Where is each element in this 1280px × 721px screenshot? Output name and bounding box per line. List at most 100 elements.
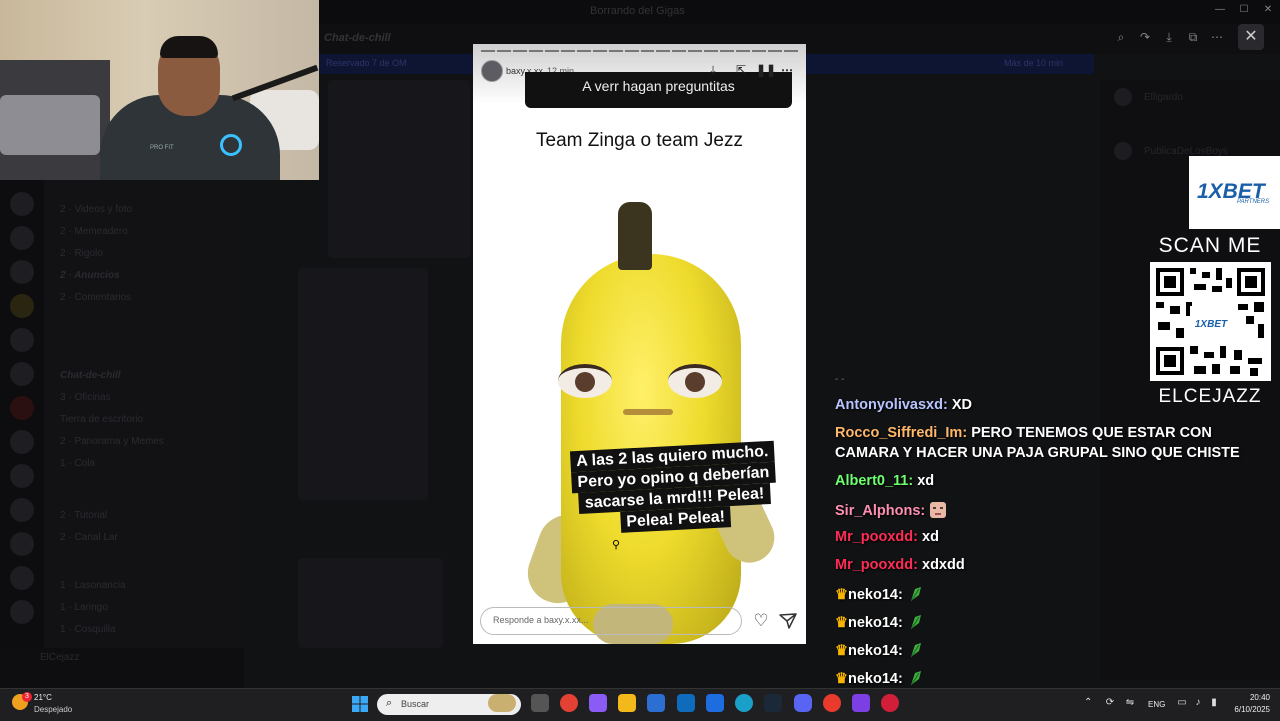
channel-item[interactable]: 2 · Videos y foto (60, 204, 132, 215)
channel-item[interactable]: 1 · Cosquilla (60, 624, 116, 635)
progress-segment (640, 50, 655, 52)
server-icon[interactable] (10, 600, 34, 624)
network-icon[interactable]: ⇋ (1124, 697, 1136, 709)
background-window-title: Borrando del Gigas (590, 5, 685, 17)
outlook-icon[interactable] (677, 694, 695, 712)
battery-icon[interactable]: ▮ (1208, 697, 1220, 709)
edge-icon[interactable] (735, 694, 753, 712)
progress-segment (496, 50, 511, 52)
leaf-emote-icon (907, 669, 925, 687)
banana-eye (668, 364, 722, 398)
server-icon[interactable] (10, 532, 34, 556)
crown-badge-icon: ♛ (835, 643, 848, 659)
zoom-icon[interactable]: ⌕ (1110, 26, 1132, 48)
progress-segment (672, 50, 687, 52)
member-name[interactable]: Elligardo (1144, 92, 1183, 103)
pause-icon[interactable]: ❚❚ (756, 62, 776, 78)
channel-item[interactable]: 2 · Anuncios (60, 270, 120, 281)
app-icon[interactable] (823, 694, 841, 712)
clock-date[interactable]: 6/10/2025 (1226, 705, 1270, 714)
server-icon[interactable] (10, 226, 34, 250)
weather-description[interactable]: Despejado (34, 705, 72, 714)
notice-right-text: Más de 10 min (1004, 58, 1064, 68)
channel-item-active[interactable]: Chat-de-chill (60, 370, 121, 381)
steam-icon[interactable] (764, 694, 782, 712)
channel-item[interactable]: 2 · Canal Lar (60, 532, 118, 543)
story-avatar[interactable] (481, 60, 503, 82)
display-icon[interactable]: ▭ (1176, 697, 1188, 709)
more-icon[interactable]: ⋯ (779, 62, 795, 78)
download-icon[interactable]: ⤓ (705, 62, 721, 78)
share-icon[interactable]: ⇱ (733, 62, 749, 78)
reply-placeholder: Responde a baxy.x.xx... (493, 615, 589, 625)
channel-item[interactable]: 2 · Tutorial (60, 510, 107, 521)
progress-segment (576, 50, 591, 52)
close-viewer-button[interactable]: ✕ (1238, 24, 1264, 50)
server-icon[interactable] (10, 260, 34, 284)
question-sticker[interactable]: A verr hagan preguntitas (525, 72, 792, 108)
channel-item[interactable]: 3 · Oficinas (60, 392, 111, 403)
rotate-icon[interactable]: ↷ (1134, 26, 1156, 48)
streamer-hair (160, 36, 218, 58)
copilot-icon[interactable] (589, 694, 607, 712)
discord-icon[interactable] (794, 694, 812, 712)
heart-icon[interactable]: ♡ (751, 611, 771, 631)
minimize-icon[interactable]: — (1208, 4, 1232, 15)
server-icon[interactable] (10, 566, 34, 590)
server-icon[interactable] (10, 430, 34, 454)
channel-item[interactable]: Tierra de escritorio (60, 414, 143, 425)
progress-segment (736, 50, 751, 52)
channel-item[interactable]: 2 · Memeadero (60, 226, 128, 237)
leaf-emote-icon (907, 585, 925, 603)
chrome-icon[interactable] (560, 694, 578, 712)
channel-item[interactable]: 1 · Laringo (60, 602, 108, 613)
app-icon[interactable] (852, 694, 870, 712)
volume-icon[interactable]: ♪ (1192, 697, 1204, 709)
channel-item[interactable]: 2 · Panorama y Memes (60, 436, 164, 447)
message-image (328, 80, 470, 258)
channel-item[interactable]: 1 · Lasonancia (60, 580, 126, 591)
send-icon[interactable] (778, 611, 798, 631)
shirt-logo: PRO FIT (150, 145, 174, 151)
server-icon[interactable] (10, 396, 34, 420)
chat-message: ♛neko14: (835, 641, 925, 659)
chat-message-continued: CAMARA Y HACER UNA PAJA GRUPAL SINO QUE … (835, 445, 1240, 461)
reply-input[interactable]: Responde a baxy.x.xx... (480, 607, 742, 635)
maximize-icon[interactable]: ☐ (1232, 4, 1256, 15)
progress-segment (784, 50, 799, 52)
task-view-icon[interactable] (531, 694, 549, 712)
server-icon[interactable] (10, 362, 34, 386)
progress-segment (704, 50, 719, 52)
crown-badge-icon: ♛ (835, 587, 848, 603)
chat-username: neko14: (848, 587, 903, 603)
dropbox-icon[interactable] (706, 694, 724, 712)
leaf-emote-icon (907, 613, 925, 631)
download-icon[interactable]: ⤓ (1158, 26, 1180, 48)
server-icon[interactable] (10, 328, 34, 352)
server-icon[interactable] (10, 498, 34, 522)
search-highlight-icon (488, 694, 516, 712)
channel-item[interactable]: 1 · Cola (60, 458, 95, 469)
sync-icon[interactable]: ⟳ (1104, 697, 1116, 709)
channel-item[interactable]: 2 · Rigolo (60, 248, 103, 259)
server-icon[interactable] (10, 294, 34, 318)
app-icon[interactable] (881, 694, 899, 712)
progress-segment (688, 50, 703, 52)
store-icon[interactable] (647, 694, 665, 712)
more-icon[interactable]: ⋯ (1206, 26, 1228, 48)
file-explorer-icon[interactable] (618, 694, 636, 712)
open-external-icon[interactable]: ⧉ (1182, 26, 1204, 48)
window-close-icon[interactable]: ✕ (1256, 4, 1280, 15)
qr-code: 1XBET (1150, 262, 1271, 381)
tray-overflow-icon[interactable]: ⌃ (1084, 697, 1092, 708)
chat-username: Rocco_Siffredi_Im: (835, 425, 968, 441)
windows-start-icon[interactable] (352, 696, 368, 712)
clock-time[interactable]: 20:40 (1236, 693, 1270, 702)
language-indicator[interactable]: ENG (1148, 700, 1165, 709)
weather-temperature[interactable]: 21°C (34, 693, 52, 702)
message-image (298, 268, 428, 500)
server-icon[interactable] (10, 192, 34, 216)
channel-item[interactable]: 2 · Comentarios (60, 292, 131, 303)
magnifier-cursor-icon: ⚲ (612, 539, 621, 551)
server-icon[interactable] (10, 464, 34, 488)
